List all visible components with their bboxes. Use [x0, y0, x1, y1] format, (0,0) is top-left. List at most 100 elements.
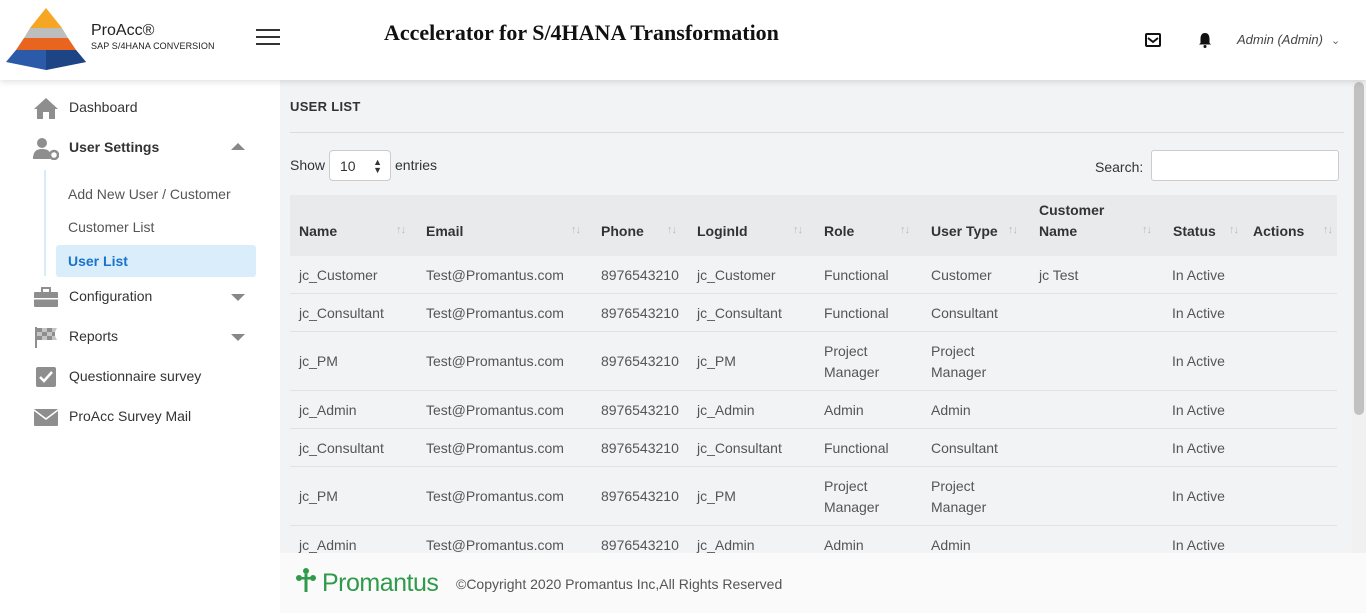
caret-down-icon: [231, 334, 245, 341]
table-row[interactable]: jc_Consultant Test@Promantus.com 897654321…: [290, 429, 1337, 467]
cell-role: Admin: [824, 401, 864, 418]
cell-name: jc_PM: [299, 488, 338, 504]
sort-icon: ↑↓: [571, 224, 581, 236]
table-header: Name ↑↓ Email ↑↓ Phone ↑↓ LoginId ↑↓ Role ↑↓ …: [290, 195, 1337, 256]
bell-icon[interactable]: [1197, 32, 1213, 48]
sidebar-item-reports[interactable]: Reports: [0, 322, 280, 352]
sidebar-item-survey-mail[interactable]: ProAcc Survey Mail: [0, 402, 280, 432]
select-arrows-icon: ▲ ▼: [373, 157, 382, 175]
sidebar-item-label: Dashboard: [69, 99, 138, 115]
cell-email: Test@Promantus.com: [426, 401, 564, 418]
column-header-name[interactable]: Name ↑↓: [299, 195, 414, 256]
cell-phone: 8976543210: [601, 536, 679, 553]
sidebar-item-user-settings[interactable]: User Settings: [0, 133, 280, 163]
mail-icon[interactable]: [1145, 32, 1161, 48]
promantus-logo-icon: [296, 568, 316, 592]
table-row[interactable]: jc_Admin Test@Promantus.com 8976543210 jc_A…: [290, 391, 1337, 429]
sort-icon: ↑↓: [1229, 224, 1239, 236]
subitem-customer-list[interactable]: Customer List: [56, 211, 256, 243]
cell-role: Functional: [824, 304, 889, 321]
subitem-user-list[interactable]: User List: [56, 245, 256, 277]
menu-toggle-button[interactable]: [256, 29, 280, 47]
cell-loginid: jc_Admin: [697, 401, 755, 418]
column-header-loginid[interactable]: LoginId ↑↓: [697, 195, 812, 256]
logo-subtitle: SAP S/4HANA CONVERSION: [91, 41, 215, 51]
promantus-brand: Promantus: [322, 569, 439, 597]
subitem-add-new-user[interactable]: Add New User / Customer: [56, 178, 256, 210]
cell-role: Project Manager: [824, 477, 880, 515]
submenu-guide-line: [44, 170, 46, 276]
cell-name: jc_PM: [299, 353, 338, 369]
cell-user-type: Project Manager: [931, 477, 987, 515]
table-body: jc_Customer Test@Promantus.com 8976543210 j…: [290, 256, 1337, 553]
page-title: USER LIST: [290, 99, 361, 114]
user-menu[interactable]: Admin (Admin) ⌄: [1237, 32, 1340, 47]
column-header-email[interactable]: Email ↑↓: [426, 195, 588, 256]
subitem-label: Add New User / Customer: [68, 186, 231, 202]
cell-role: Admin: [824, 536, 864, 553]
entries-select[interactable]: 10 ▲ ▼: [329, 150, 391, 181]
entries-value: 10: [340, 158, 356, 174]
entries-label: entries: [395, 157, 438, 173]
sidebar-item-label: Reports: [69, 328, 119, 344]
cell-name: jc_Consultant: [299, 439, 384, 456]
cell-user-type: Consultant: [931, 439, 998, 456]
sidebar: Dashboard User Settings Add New User / C…: [0, 80, 280, 613]
column-header-status[interactable]: Status ↑↓: [1173, 195, 1248, 256]
column-header-user-type[interactable]: User Type ↑↓: [931, 195, 1026, 256]
scrollbar-thumb[interactable]: [1354, 82, 1364, 415]
cell-email: Test@Promantus.com: [426, 488, 564, 504]
sidebar-item-label: Questionnaire survey: [69, 368, 202, 384]
cell-status: In Active: [1172, 536, 1225, 553]
divider: [290, 132, 1344, 133]
user-settings-icon: [33, 138, 59, 160]
sidebar-item-label: User Settings: [69, 139, 160, 155]
table-row[interactable]: jc_Consultant Test@Promantus.com 897654321…: [290, 294, 1337, 332]
table-row[interactable]: jc_Customer Test@Promantus.com 8976543210 j…: [290, 256, 1337, 294]
footer: Promantus ©Copyright 2020 Promantus Inc,…: [280, 553, 1366, 613]
caret-up-icon: [231, 143, 245, 150]
sidebar-item-label: ProAcc Survey Mail: [69, 408, 192, 424]
table-row[interactable]: jc_Admin Test@Promantus.com 8976543210 jc_A…: [290, 526, 1337, 553]
chevron-down-icon: ⌄: [1330, 35, 1341, 47]
column-header-role[interactable]: Role ↑↓: [824, 195, 919, 256]
cell-email: Test@Promantus.com: [426, 353, 564, 369]
cell-user-type: Admin: [931, 401, 971, 418]
sidebar-item-dashboard[interactable]: Dashboard: [0, 93, 280, 123]
cell-phone: 8976543210: [601, 488, 679, 504]
cell-phone: 8976543210: [601, 304, 679, 321]
sort-icon: ↑↓: [793, 224, 803, 236]
user-name: Admin (Admin): [1237, 32, 1323, 47]
cell-email: Test@Promantus.com: [426, 536, 564, 553]
column-header-actions[interactable]: Actions ↑↓: [1253, 195, 1333, 256]
table-row[interactable]: jc_PM Test@Promantus.com 8976543210 jc_PM Pr…: [290, 467, 1337, 526]
column-header-phone[interactable]: Phone ↑↓: [601, 195, 686, 256]
sidebar-item-configuration[interactable]: Configuration: [0, 282, 280, 312]
cell-email: Test@Promantus.com: [426, 304, 564, 321]
envelope-icon: [33, 409, 59, 426]
search-input[interactable]: [1151, 150, 1339, 181]
cell-user-type: Customer: [931, 266, 992, 283]
cell-status: In Active: [1172, 266, 1225, 283]
cell-phone: 8976543210: [601, 401, 679, 418]
cell-name: jc_Admin: [299, 536, 357, 553]
sort-icon: ↑↓: [900, 224, 910, 236]
cell-status: In Active: [1172, 401, 1225, 418]
cell-loginid: jc_Admin: [697, 536, 755, 553]
cell-phone: 8976543210: [601, 266, 679, 283]
main-content: USER LIST Show 10 ▲ ▼ entries Search: Nam…: [280, 80, 1352, 553]
subitem-label: User List: [68, 253, 128, 269]
column-header-customer-name[interactable]: Customer Name ↑↓: [1039, 195, 1152, 256]
sort-icon: ↑↓: [1142, 224, 1152, 236]
table-row[interactable]: jc_PM Test@Promantus.com 8976543210 jc_PM Pr…: [290, 332, 1337, 391]
cell-user-type: Consultant: [931, 304, 998, 321]
logo-text: ProAcc® SAP S/4HANA CONVERSION: [91, 22, 215, 51]
proacc-logo: [6, 8, 86, 70]
sidebar-item-questionnaire[interactable]: Questionnaire survey: [0, 362, 280, 392]
cell-status: In Active: [1172, 353, 1225, 369]
cell-phone: 8976543210: [601, 439, 679, 456]
cell-status: In Active: [1172, 439, 1225, 456]
page-scrollbar[interactable]: [1352, 80, 1366, 553]
cell-name: jc_Customer: [299, 266, 378, 283]
cell-loginid: jc_PM: [697, 353, 736, 369]
